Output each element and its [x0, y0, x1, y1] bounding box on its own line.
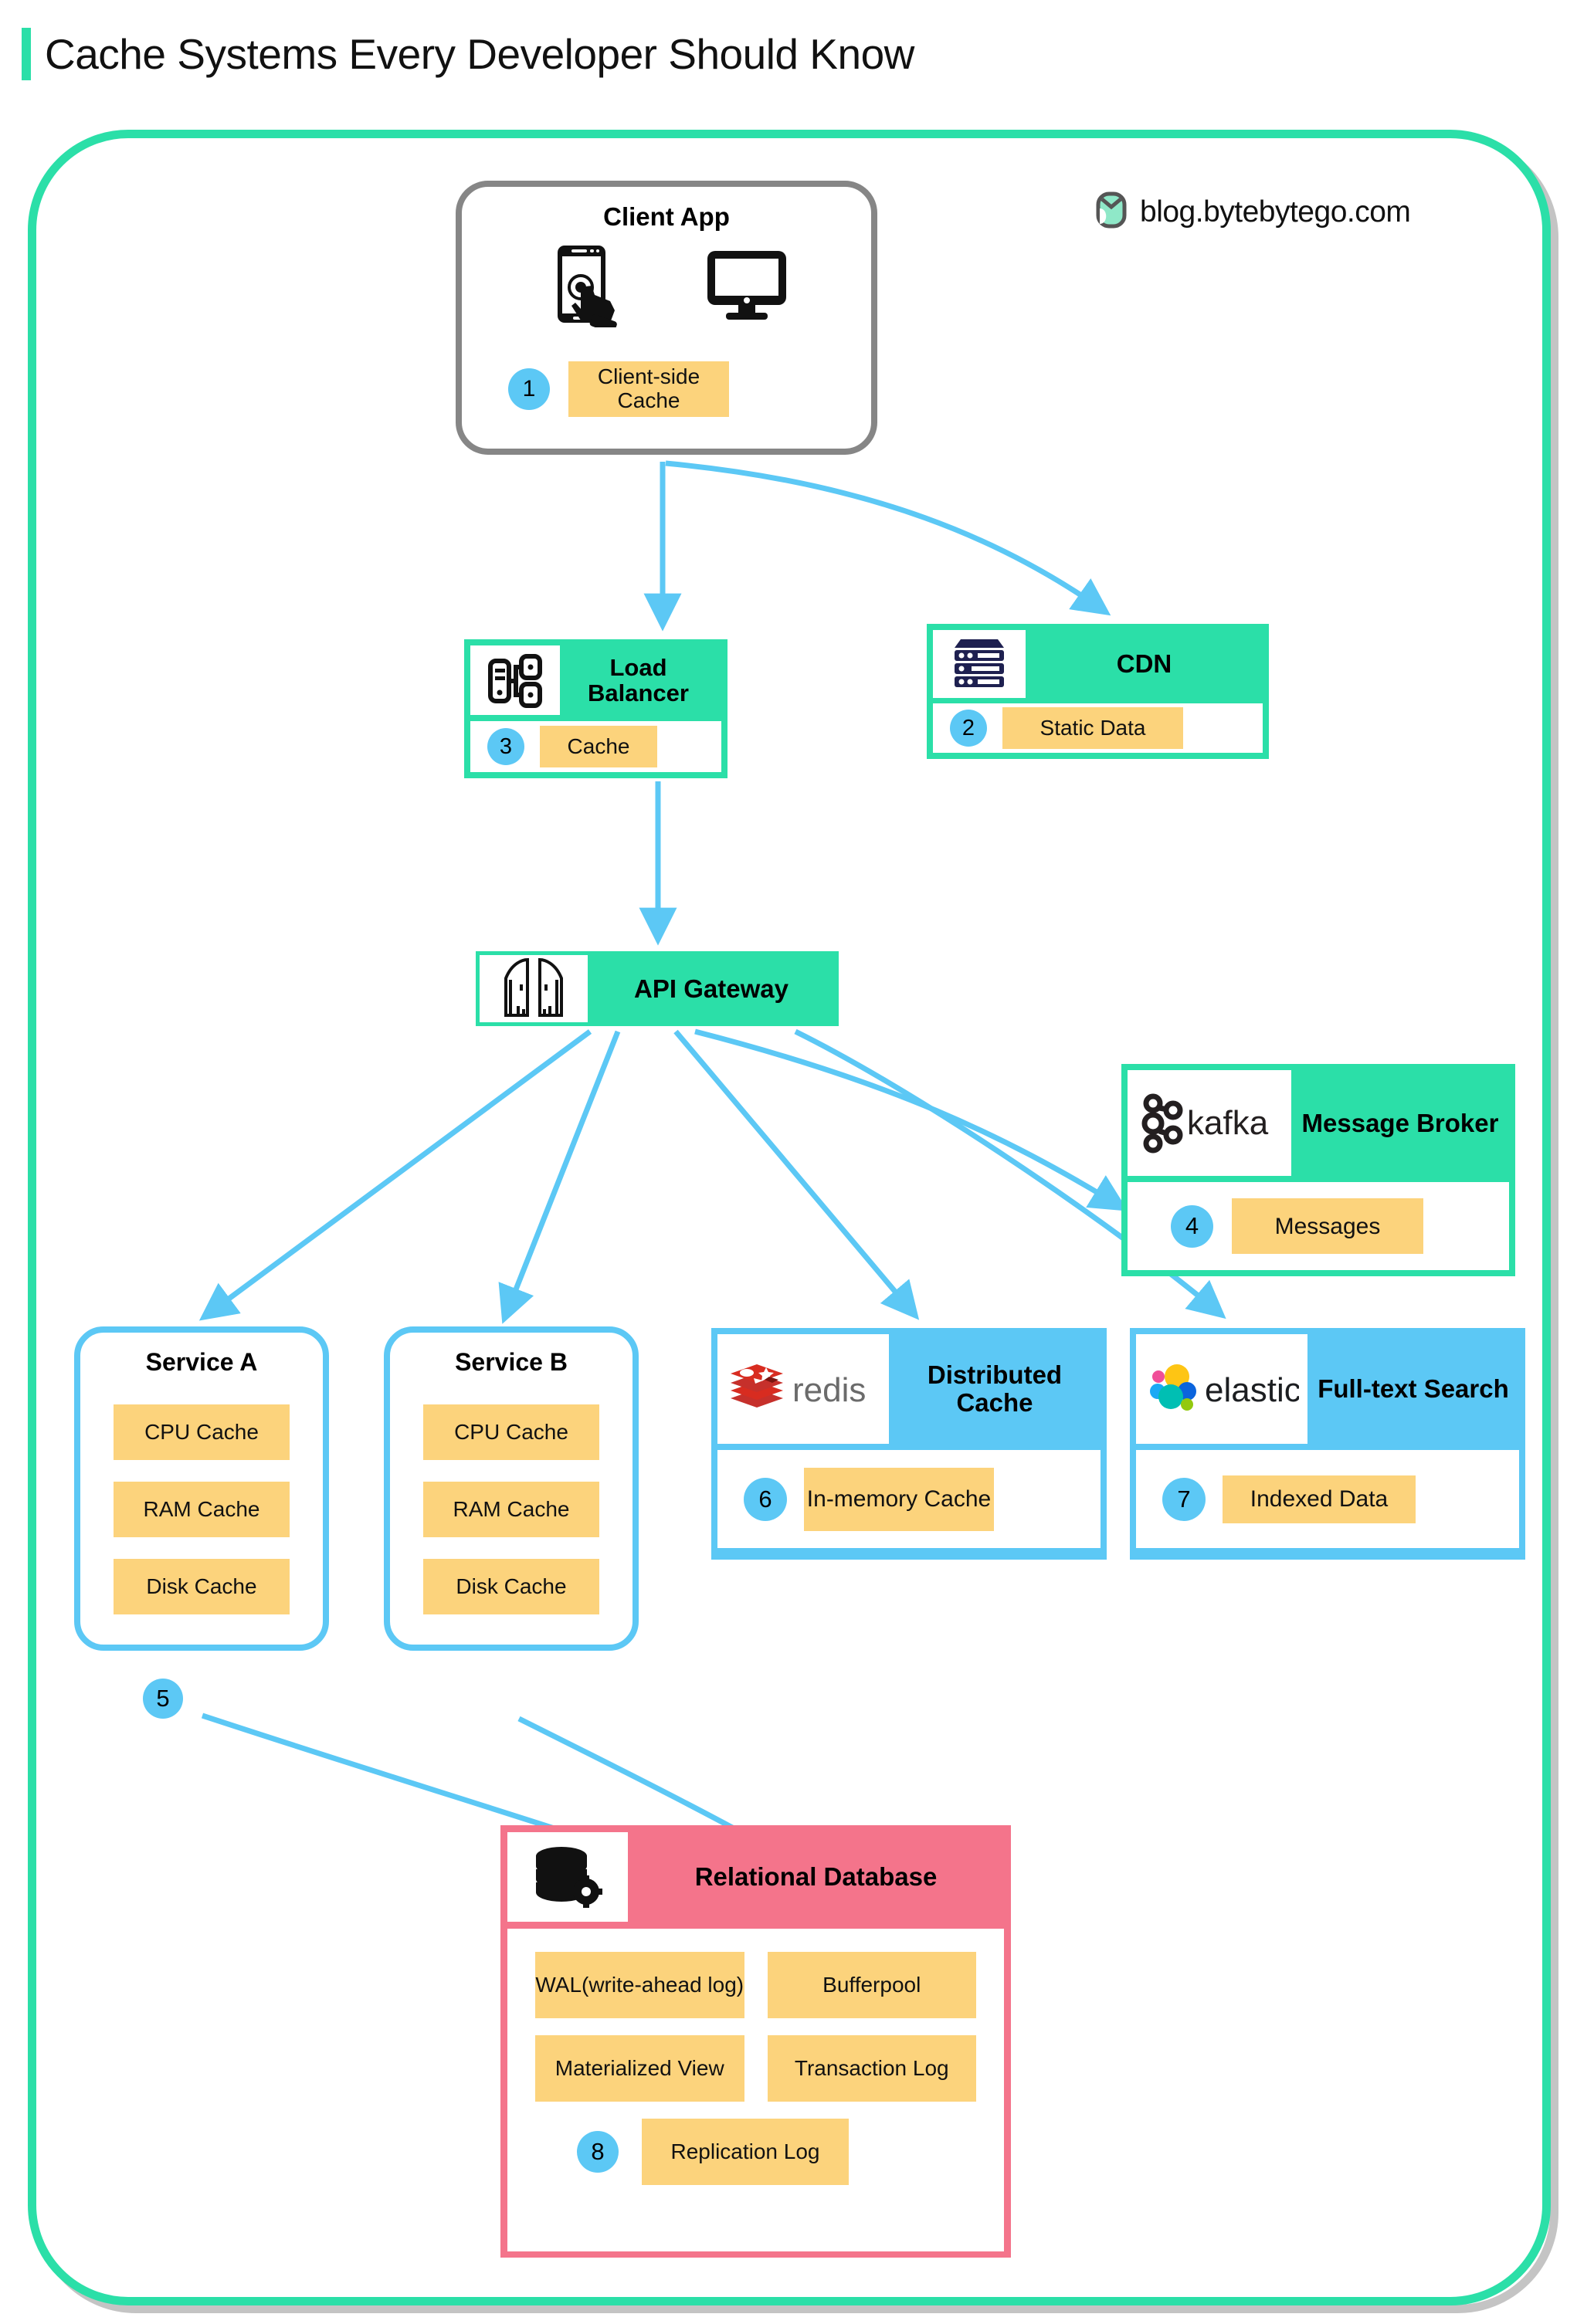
client-side-cache-row: 1 Client-side Cache	[508, 361, 729, 417]
bufferpool-chip[interactable]: Bufferpool	[767, 1952, 976, 2018]
service-a-ram-cache[interactable]: RAM Cache	[114, 1482, 290, 1537]
indexed-data-chip[interactable]: Indexed Data	[1223, 1475, 1416, 1523]
redis-logo-icon: redis	[717, 1334, 889, 1444]
step-badge-5: 5	[143, 1679, 183, 1719]
full-text-search-node[interactable]: elastic Full-text Search 7 Indexed Data	[1130, 1328, 1525, 1560]
load-balancer-cache-chip[interactable]: Cache	[540, 726, 657, 767]
distributed-cache-node[interactable]: redis Distributed Cache 6 In-memory Cach…	[711, 1328, 1107, 1560]
cdn-cache-row: 2 Static Data	[933, 698, 1263, 753]
watermark-text: blog.bytebytego.com	[1140, 195, 1411, 229]
load-balancer-node[interactable]: Load Balancer 3 Cache	[464, 639, 727, 778]
desktop-monitor-icon	[704, 248, 789, 326]
full-text-search-row: 7 Indexed Data	[1136, 1444, 1519, 1548]
message-broker-node[interactable]: kafka Message Broker 4 Messages	[1121, 1064, 1515, 1276]
step-badge-6: 6	[744, 1477, 787, 1521]
service-a-title: Service A	[145, 1348, 258, 1376]
step-badge-2: 2	[950, 710, 987, 747]
page-title: Cache Systems Every Developer Should Kno…	[45, 30, 914, 78]
replication-log-row: 8 Replication Log	[535, 2119, 976, 2185]
api-gateway-title: API Gateway	[634, 974, 789, 1003]
service-a-node[interactable]: Service A CPU Cache RAM Cache Disk Cache	[74, 1326, 329, 1651]
step-badge-7: 7	[1162, 1477, 1206, 1521]
client-side-cache-chip[interactable]: Client-side Cache	[568, 361, 729, 417]
cdn-static-data-chip[interactable]: Static Data	[1002, 707, 1183, 749]
in-memory-cache-chip[interactable]: In-memory Cache	[804, 1467, 994, 1531]
load-balancer-icon	[470, 645, 560, 715]
svg-text:kafka: kafka	[1187, 1104, 1269, 1142]
full-text-search-header: elastic Full-text Search	[1136, 1334, 1519, 1444]
relational-database-title: Relational Database	[694, 1862, 938, 1892]
relational-database-caches: WAL(write-ahead log) Bufferpool Material…	[535, 1952, 976, 2102]
replication-log-chip[interactable]: Replication Log	[642, 2119, 849, 2185]
client-app-title: Client App	[603, 202, 730, 231]
page-title-bar: Cache Systems Every Developer Should Kno…	[22, 28, 914, 80]
service-b-cpu-cache[interactable]: CPU Cache	[423, 1404, 599, 1460]
server-rack-icon	[933, 630, 1026, 698]
service-a-caches: CPU Cache RAM Cache Disk Cache	[80, 1404, 323, 1614]
client-app-icons	[462, 242, 871, 334]
relational-database-body: WAL(write-ahead log) Bufferpool Material…	[507, 1922, 1004, 2251]
cdn-node[interactable]: CDN 2 Static Data	[927, 624, 1269, 759]
load-balancer-header: Load Balancer	[470, 645, 721, 715]
cdn-title: CDN	[1116, 649, 1172, 679]
service-b-title: Service B	[455, 1348, 568, 1376]
message-broker-cache-row: 4 Messages	[1128, 1176, 1509, 1270]
database-gear-icon	[507, 1832, 628, 1922]
mobile-tap-icon	[544, 242, 630, 334]
materialized-view-chip[interactable]: Materialized View	[535, 2035, 744, 2102]
full-text-search-title: Full-text Search	[1318, 1374, 1509, 1404]
service-b-ram-cache[interactable]: RAM Cache	[423, 1482, 599, 1537]
relational-database-header: Relational Database	[507, 1832, 1004, 1922]
watermark: blog.bytebytego.com	[1096, 191, 1411, 232]
step-badge-3: 3	[487, 728, 524, 765]
distributed-cache-header: redis Distributed Cache	[717, 1334, 1101, 1444]
step-badge-8: 8	[577, 2131, 619, 2173]
messages-chip[interactable]: Messages	[1232, 1198, 1423, 1254]
distributed-cache-row: 6 In-memory Cache	[717, 1444, 1101, 1548]
message-broker-header: kafka Message Broker	[1128, 1070, 1509, 1176]
relational-database-node[interactable]: Relational Database WAL(write-ahead log)…	[500, 1825, 1011, 2258]
wal-chip[interactable]: WAL(write-ahead log)	[535, 1952, 744, 2018]
step-badge-1: 1	[508, 368, 550, 410]
service-b-disk-cache[interactable]: Disk Cache	[423, 1559, 599, 1614]
kafka-logo-icon: kafka	[1128, 1070, 1291, 1176]
message-broker-title: Message Broker	[1301, 1108, 1499, 1137]
service-a-disk-cache[interactable]: Disk Cache	[114, 1559, 290, 1614]
service-b-caches: CPU Cache RAM Cache Disk Cache	[390, 1404, 633, 1614]
gateway-doors-icon	[480, 955, 588, 1022]
distributed-cache-title: Distributed Cache	[927, 1360, 1063, 1417]
svg-text:elastic: elastic	[1205, 1371, 1299, 1409]
api-gateway-node[interactable]: API Gateway	[476, 951, 839, 1026]
elastic-logo-icon: elastic	[1136, 1334, 1307, 1444]
client-app-node[interactable]: Client App 1 Client-side Cache	[456, 181, 877, 455]
bytebytego-logo-icon	[1096, 191, 1127, 232]
title-accent-bar	[22, 28, 31, 80]
step-badge-4: 4	[1171, 1204, 1213, 1248]
cdn-header: CDN	[933, 630, 1263, 698]
load-balancer-title: Load Balancer	[588, 653, 689, 706]
load-balancer-cache-row: 3 Cache	[470, 715, 721, 772]
service-a-cpu-cache[interactable]: CPU Cache	[114, 1404, 290, 1460]
service-b-node[interactable]: Service B CPU Cache RAM Cache Disk Cache	[384, 1326, 639, 1651]
svg-text:redis: redis	[792, 1371, 866, 1409]
transaction-log-chip[interactable]: Transaction Log	[767, 2035, 976, 2102]
